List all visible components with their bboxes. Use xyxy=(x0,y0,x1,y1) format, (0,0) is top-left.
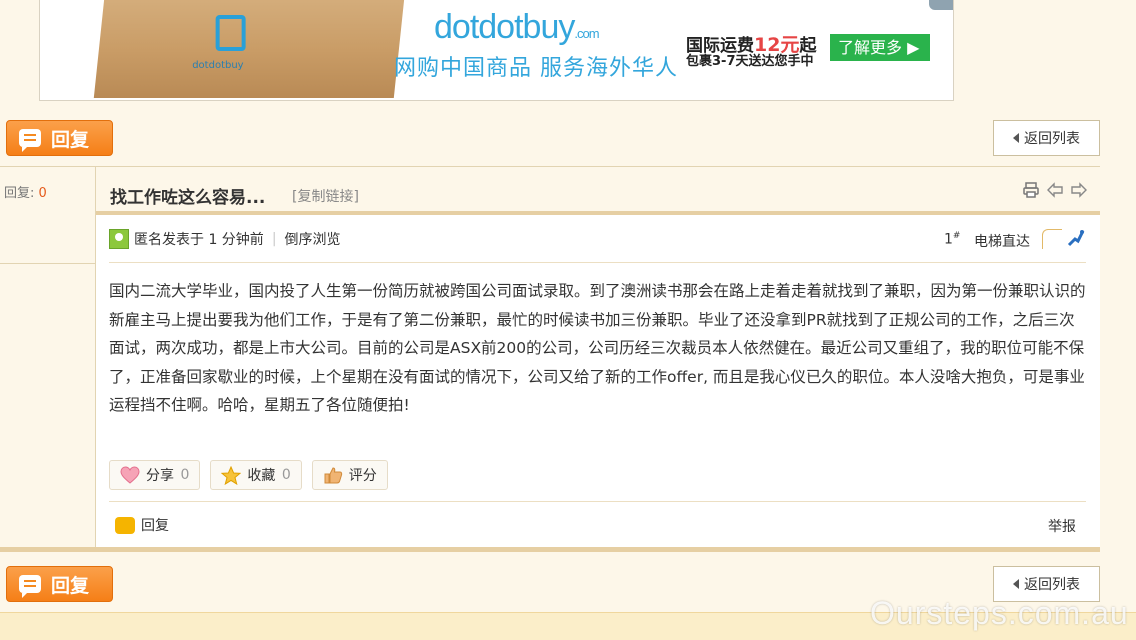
reply-bubble-icon xyxy=(19,129,41,152)
thread-title: 找工作咗这么容易... xyxy=(110,188,266,208)
triangle-left-icon xyxy=(1013,133,1019,143)
ad-close-icon[interactable] xyxy=(929,0,953,10)
next-thread-icon[interactable] xyxy=(1070,181,1088,199)
reply-button-bottom[interactable]: 回复 xyxy=(6,566,113,602)
print-icon[interactable] xyxy=(1022,181,1040,199)
share-button[interactable]: 分享 0 xyxy=(109,460,201,490)
favorite-button[interactable]: 收藏 0 xyxy=(210,460,302,490)
elevator-go-icon[interactable] xyxy=(1066,228,1086,248)
ad-box-image: dotdotbuy xyxy=(93,0,407,98)
report-link[interactable]: 举报 xyxy=(1048,516,1076,536)
elevator-label: 电梯直达 xyxy=(974,234,1030,250)
ad-brand: dotdotbuy.com xyxy=(434,8,600,46)
sidebar-divider xyxy=(0,263,96,264)
ad-banner[interactable]: dotdotbuy dotdotbuy.com 网购中国商品 服务海外华人 国际… xyxy=(39,0,954,101)
elevator-input[interactable] xyxy=(1042,229,1062,249)
ad-box-label: dotdotbuy xyxy=(192,60,244,71)
reply-bubble-icon xyxy=(19,575,41,598)
heart-icon xyxy=(120,466,140,484)
star-icon xyxy=(221,465,242,485)
post-meta: 匿名 发表于 1 分钟前 | 倒序浏览 xyxy=(109,229,341,249)
back-button-label: 返回列表 xyxy=(1024,131,1080,147)
post-content: 国内二流大学毕业，国内投了人生第一份简历就被跨国公司面试录取。到了澳洲读书那会在… xyxy=(109,282,1086,414)
ad-shipping-detail: 包裹3-7天送达您手中 xyxy=(686,54,814,69)
reply-button-top[interactable]: 回复 xyxy=(6,120,113,156)
reply-count: 回复: 0 xyxy=(4,186,47,201)
meta-divider xyxy=(109,262,1086,263)
copy-link[interactable]: [复制链接] xyxy=(292,186,359,206)
previous-thread-icon[interactable] xyxy=(1046,181,1064,199)
post-reply-link[interactable]: 回复 xyxy=(115,515,169,535)
site-watermark: Oursteps.com.au xyxy=(870,595,1129,631)
triangle-left-icon xyxy=(1013,579,1019,589)
thread-title-row: 找工作咗这么容易... [复制链接] xyxy=(96,167,1100,215)
post-author: 匿名 xyxy=(134,232,162,248)
rate-button[interactable]: 评分 xyxy=(311,460,388,490)
back-to-list-button-top[interactable]: 返回列表 xyxy=(993,120,1100,156)
thread-bottom-border xyxy=(0,547,1100,552)
post-actions: 分享 0 收藏 0 评分 xyxy=(109,460,388,490)
back-button-label: 返回列表 xyxy=(1024,577,1080,593)
floor-number: 1# xyxy=(944,231,961,248)
anonymous-avatar-icon xyxy=(109,229,129,249)
posted-prefix: 发表于 xyxy=(162,232,204,248)
reverse-view-link[interactable]: 倒序浏览 xyxy=(285,229,341,249)
thumbs-up-icon xyxy=(324,467,342,484)
thread-sidebar: 回复: 0 xyxy=(0,167,96,551)
ad-learn-more-button[interactable]: 了解更多 ▶ xyxy=(830,34,930,61)
ad-box-logo-icon xyxy=(215,15,246,51)
reply-button-label: 回复 xyxy=(51,128,90,151)
actions-divider xyxy=(109,501,1086,502)
ad-tagline: 网购中国商品 服务海外华人 xyxy=(394,56,678,81)
reply-button-label: 回复 xyxy=(51,574,90,597)
reply-icon xyxy=(115,516,135,534)
posted-time: 1 分钟前 xyxy=(208,232,264,248)
